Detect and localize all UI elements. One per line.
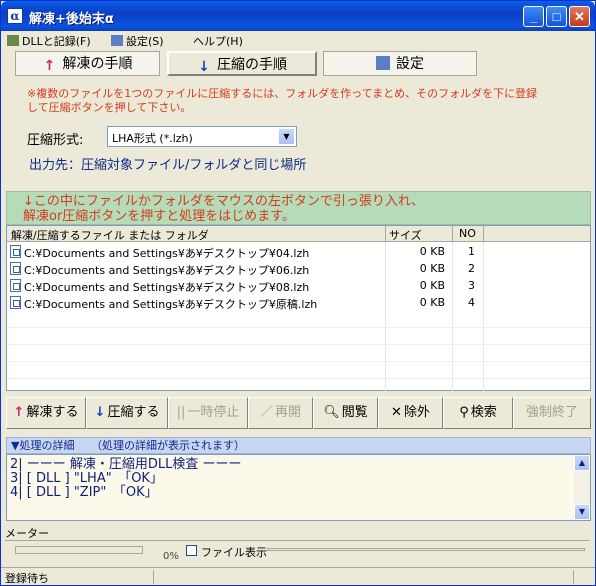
menu-bar: DLLと記録(F) 設定(S) ヘルプ(H)	[1, 31, 595, 49]
resume-icon: ／	[259, 405, 273, 420]
menu-help[interactable]: ヘルプ(H)	[193, 33, 243, 49]
row-divider	[7, 327, 590, 328]
file-display-label: ファイル表示	[201, 546, 267, 559]
app-icon: α	[7, 8, 23, 24]
menu-settings[interactable]: 設定(S)	[111, 33, 164, 49]
table-row[interactable]: C:¥Documents and Settings¥あ¥デスクトップ¥08.lz…	[7, 277, 590, 294]
magnifier-icon: 🔍︎	[323, 405, 340, 420]
meter-panel: 0% ファイル表示	[5, 540, 590, 566]
header-no[interactable]: NO	[459, 227, 476, 240]
resume-button[interactable]: ／再開	[248, 397, 313, 429]
format-value: LHA形式 (*.lzh)	[112, 132, 193, 145]
settings-tab-icon	[376, 56, 390, 70]
extract-button[interactable]: ↑ 解凍する	[6, 397, 86, 429]
file-progress-bar	[267, 548, 585, 551]
status-divider	[573, 570, 574, 584]
x-icon: ✕	[391, 405, 402, 420]
lzh-file-icon	[10, 279, 21, 292]
dest-value: 圧縮対象ファイル/フォルダと同じ場所	[81, 158, 307, 173]
pause-icon: ||	[176, 405, 186, 420]
main-window: α 解凍+後始末α _ □ ✕ DLLと記録(F) 設定(S) ヘルプ(H) ↑…	[0, 0, 596, 586]
chevron-down-icon[interactable]: ▼	[278, 128, 295, 145]
status-text: 登録待ち	[5, 572, 49, 585]
file-display-checkbox[interactable]	[186, 545, 197, 556]
progress-percent: 0%	[163, 551, 179, 562]
meter-label: メーター	[5, 527, 49, 540]
tab-compress[interactable]: ↓ 圧縮の手順	[167, 51, 317, 76]
header-size[interactable]: サイズ	[389, 227, 422, 243]
file-list[interactable]: 解凍/圧縮するファイル または フォルダ サイズ NO C:¥Documents…	[6, 225, 591, 392]
format-select[interactable]: LHA形式 (*.lzh) ▼	[107, 126, 297, 147]
lzh-file-icon	[10, 296, 21, 309]
pause-button[interactable]: || 一時停止	[168, 397, 248, 429]
tab-settings[interactable]: 設定	[323, 51, 477, 76]
tab-extract[interactable]: ↑ 解凍の手順	[15, 51, 160, 76]
lzh-file-icon	[10, 262, 21, 275]
status-divider	[153, 570, 154, 584]
compress-button[interactable]: ↓ 圧縮する	[86, 397, 168, 429]
scroll-up-icon[interactable]: ▲	[574, 455, 590, 471]
window-title: 解凍+後始末α	[29, 12, 114, 27]
compress-note: ※複数のファイルを1つのファイルに圧縮するには、フォルダを作ってまとめ、そのフォ…	[27, 87, 538, 114]
table-row[interactable]: C:¥Documents and Settings¥あ¥デスクトップ¥06.lz…	[7, 260, 590, 277]
scroll-down-icon[interactable]: ▼	[574, 504, 590, 520]
header-divider	[483, 226, 484, 242]
row-divider	[7, 344, 590, 345]
extract-arrow-icon: ↑	[43, 58, 56, 74]
header-name[interactable]: 解凍/圧縮するファイル または フォルダ	[11, 227, 209, 243]
view-button[interactable]: 🔍︎ 閲覧	[313, 397, 378, 429]
detail-log[interactable]: 2| ーーー 解凍・圧縮用DLL検査 ーーー 3| [ DLL ] "LHA" …	[6, 454, 591, 521]
lzh-file-icon	[10, 245, 21, 258]
log-line: 3| [ DLL ] "LHA" 「OK」	[10, 471, 163, 486]
minimize-button[interactable]: _	[523, 6, 544, 27]
maximize-button[interactable]: □	[546, 6, 567, 27]
header-divider	[385, 226, 386, 242]
progress-bar	[15, 546, 143, 554]
dest-label: 出力先：	[29, 158, 82, 173]
row-divider	[7, 378, 590, 379]
status-bar: 登録待ち	[1, 567, 595, 585]
exclude-button[interactable]: ✕ 除外	[378, 397, 443, 429]
compress-arrow-icon: ↓	[198, 59, 210, 75]
header-divider	[452, 226, 453, 242]
row-divider	[7, 361, 590, 362]
action-toolbar: ↑ 解凍する ↓ 圧縮する || 一時停止 ／再開 🔍︎ 閲覧 ✕ 除外 ⚲ 検索 強制終了	[6, 395, 591, 433]
table-row[interactable]: C:¥Documents and Settings¥あ¥デスクトップ¥原稿.lz…	[7, 294, 590, 311]
search-button[interactable]: ⚲ 検索	[443, 397, 513, 429]
format-label: 圧縮形式:	[27, 133, 84, 148]
detail-header[interactable]: ▼処理の詳細 （処理の詳細が表示されます）	[6, 437, 591, 454]
settings-icon	[111, 35, 123, 46]
compress-arrow-icon: ↓	[94, 405, 106, 420]
menu-dll-log[interactable]: DLLと記録(F)	[7, 33, 91, 49]
extract-arrow-icon: ↑	[13, 405, 25, 420]
log-icon	[7, 35, 19, 46]
log-line: 2| ーーー 解凍・圧縮用DLL検査 ーーー	[10, 457, 242, 472]
close-button[interactable]: ✕	[569, 6, 590, 27]
log-line: 4| [ DLL ] "ZIP" 「OK」	[10, 485, 158, 500]
log-scrollbar[interactable]: ▲ ▼	[574, 455, 590, 520]
binoculars-icon: ⚲	[459, 405, 469, 420]
title-bar[interactable]: α 解凍+後始末α _ □ ✕	[1, 1, 595, 31]
force-stop-button[interactable]: 強制終了	[513, 397, 591, 429]
output-destination: 出力先：圧縮対象ファイル/フォルダと同じ場所	[29, 154, 306, 173]
tab-strip: ↑ 解凍の手順 ↓ 圧縮の手順 設定	[1, 49, 595, 77]
drop-hint: ↓この中にファイルかフォルダをマウスの左ボタンで引っ張り入れ、 解凍or圧縮ボタ…	[6, 191, 591, 225]
table-row[interactable]: C:¥Documents and Settings¥あ¥デスクトップ¥04.lz…	[7, 243, 590, 260]
list-header: 解凍/圧縮するファイル または フォルダ サイズ NO	[7, 226, 590, 242]
